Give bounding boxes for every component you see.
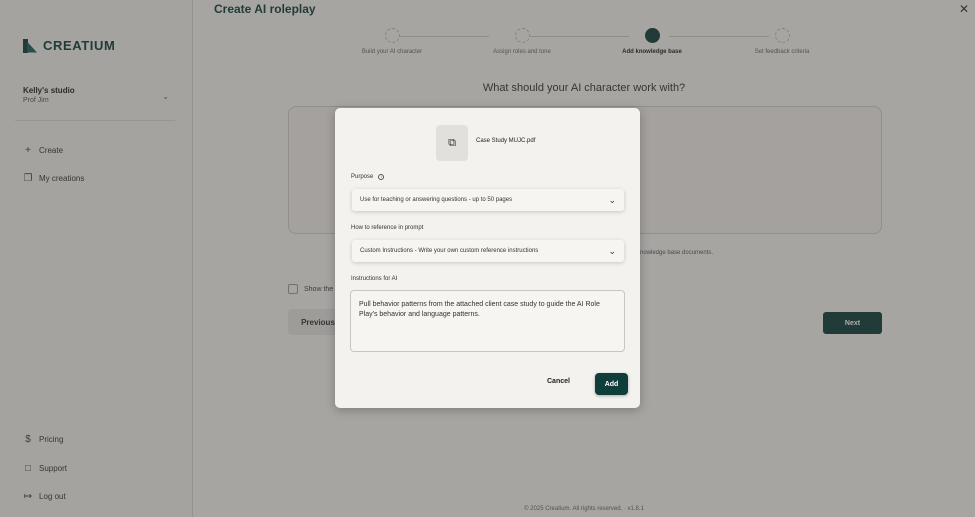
file-thumbnail: ⧉: [436, 125, 468, 161]
purpose-label: Purpose i: [351, 174, 385, 180]
chevron-down-icon: ⌄: [608, 245, 616, 256]
info-icon[interactable]: i: [378, 174, 385, 180]
reference-label: How to reference in prompt: [351, 225, 424, 231]
reference-select-value: Custom Instructions - Write your own cus…: [360, 248, 539, 254]
reference-select[interactable]: Custom Instructions - Write your own cus…: [352, 240, 624, 262]
cancel-button[interactable]: Cancel: [547, 378, 570, 385]
instructions-label: Instructions for AI: [351, 276, 398, 282]
purpose-select[interactable]: Use for teaching or answering questions …: [352, 189, 624, 211]
chevron-down-icon: ⌄: [608, 194, 616, 205]
instructions-textarea[interactable]: Pull behavior patterns from the attached…: [350, 290, 625, 352]
purpose-select-value: Use for teaching or answering questions …: [360, 197, 513, 203]
document-icon: ⧉: [448, 136, 456, 149]
purpose-label-text: Purpose: [351, 174, 374, 180]
add-button[interactable]: Add: [595, 373, 628, 395]
file-name: Case Study MUJC.pdf: [476, 138, 536, 144]
add-knowledge-modal: ⧉ Case Study MUJC.pdf Purpose i Use for …: [335, 108, 640, 408]
